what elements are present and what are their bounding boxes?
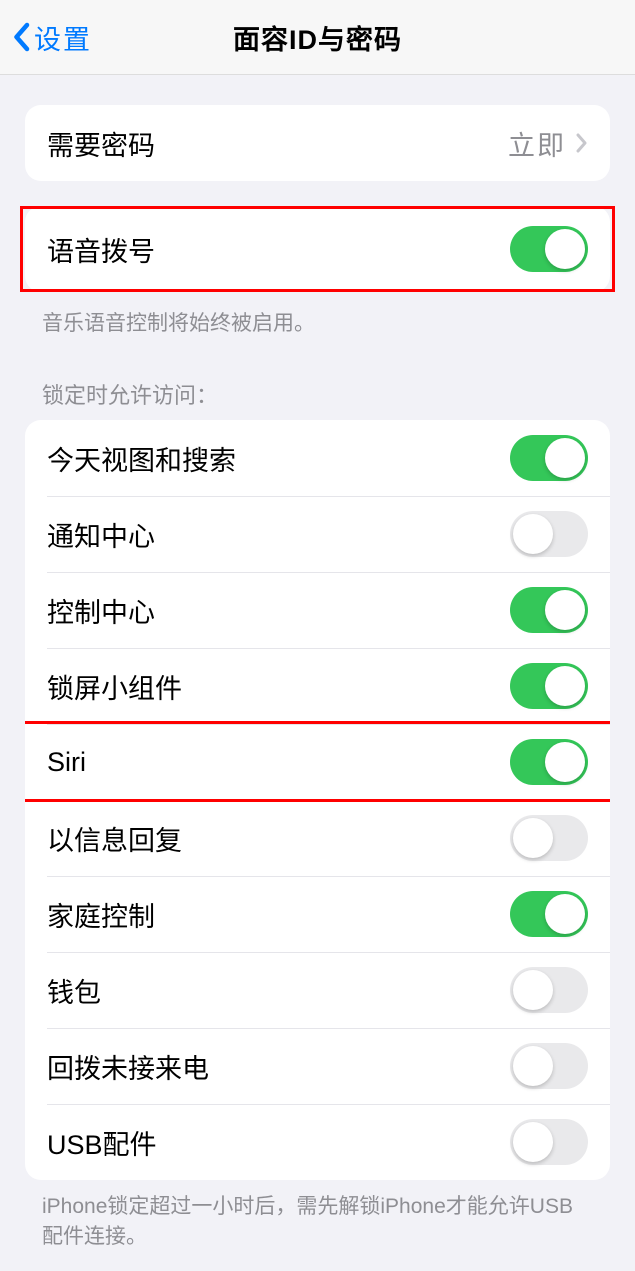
toggle-knob: [513, 514, 553, 554]
row-lock-item: 锁屏小组件: [25, 648, 610, 724]
row-label: 需要密码: [47, 124, 155, 163]
nav-header: 设置 面容ID与密码: [0, 0, 635, 75]
section-header-lock-access: 锁定时允许访问：: [0, 338, 635, 420]
chevron-left-icon: [12, 22, 30, 52]
row-voice-dial: 语音拨号: [25, 206, 610, 292]
toggle-lock-item[interactable]: [510, 435, 588, 481]
toggle-knob: [513, 1122, 553, 1162]
toggle-knob: [545, 742, 585, 782]
row-label: 家庭控制: [47, 895, 155, 934]
toggle-knob: [545, 438, 585, 478]
toggle-knob: [513, 1046, 553, 1086]
row-label: Siri: [47, 747, 86, 778]
toggle-lock-item[interactable]: [510, 967, 588, 1013]
toggle-lock-item[interactable]: [510, 1043, 588, 1089]
row-lock-item: USB配件: [25, 1104, 610, 1180]
row-lock-item: Siri: [25, 724, 610, 800]
footer-voice-dial: 音乐语音控制将始终被启用。: [0, 297, 635, 338]
row-label: 控制中心: [47, 591, 155, 630]
group-voice-dial-wrapper: 语音拨号: [20, 206, 615, 292]
toggle-knob: [545, 894, 585, 934]
toggle-knob: [545, 666, 585, 706]
row-lock-item: 通知中心: [25, 496, 610, 572]
content: 需要密码 立即 语音拨号 音乐语音控制将始终被启用。 锁定时允许访问： 今天视图…: [0, 105, 635, 1271]
row-lock-item: 家庭控制: [25, 876, 610, 952]
toggle-knob: [513, 818, 553, 858]
footer-lock-access: iPhone锁定超过一小时后，需先解锁iPhone才能允许USB配件连接。: [0, 1180, 635, 1251]
toggle-lock-item[interactable]: [510, 739, 588, 785]
chevron-right-icon: [576, 133, 588, 153]
toggle-lock-item[interactable]: [510, 511, 588, 557]
back-button[interactable]: 设置: [0, 18, 92, 57]
toggle-knob: [545, 229, 585, 269]
row-label: 通知中心: [47, 515, 155, 554]
row-label: USB配件: [47, 1123, 157, 1162]
toggle-lock-item[interactable]: [510, 587, 588, 633]
toggle-lock-item[interactable]: [510, 663, 588, 709]
toggle-lock-item[interactable]: [510, 815, 588, 861]
row-lock-item: 控制中心: [25, 572, 610, 648]
back-label: 设置: [34, 18, 92, 57]
toggle-knob: [513, 970, 553, 1010]
row-label: 语音拨号: [47, 230, 155, 269]
row-value-text: 立即: [508, 124, 566, 163]
group-lock-access: 今天视图和搜索通知中心控制中心锁屏小组件 Siri 以信息回复家庭控制钱包回拨未接来…: [25, 420, 610, 1180]
row-lock-item: 钱包: [25, 952, 610, 1028]
row-label: 回拨未接来电: [47, 1047, 209, 1086]
row-label: 以信息回复: [47, 819, 182, 858]
row-value: 立即: [508, 124, 588, 163]
group-voice-dial: 语音拨号: [25, 206, 610, 292]
page-title: 面容ID与密码: [233, 18, 402, 57]
row-lock-item: 今天视图和搜索: [25, 420, 610, 496]
toggle-voice-dial[interactable]: [510, 226, 588, 272]
toggle-knob: [545, 590, 585, 630]
row-lock-item: 回拨未接来电: [25, 1028, 610, 1104]
row-lock-item: 以信息回复: [25, 800, 610, 876]
row-label: 今天视图和搜索: [47, 439, 236, 478]
row-require-passcode[interactable]: 需要密码 立即: [25, 105, 610, 181]
row-label: 钱包: [47, 971, 101, 1010]
group-require-passcode: 需要密码 立即: [25, 105, 610, 181]
toggle-lock-item[interactable]: [510, 891, 588, 937]
toggle-lock-item[interactable]: [510, 1119, 588, 1165]
row-label: 锁屏小组件: [47, 667, 182, 706]
